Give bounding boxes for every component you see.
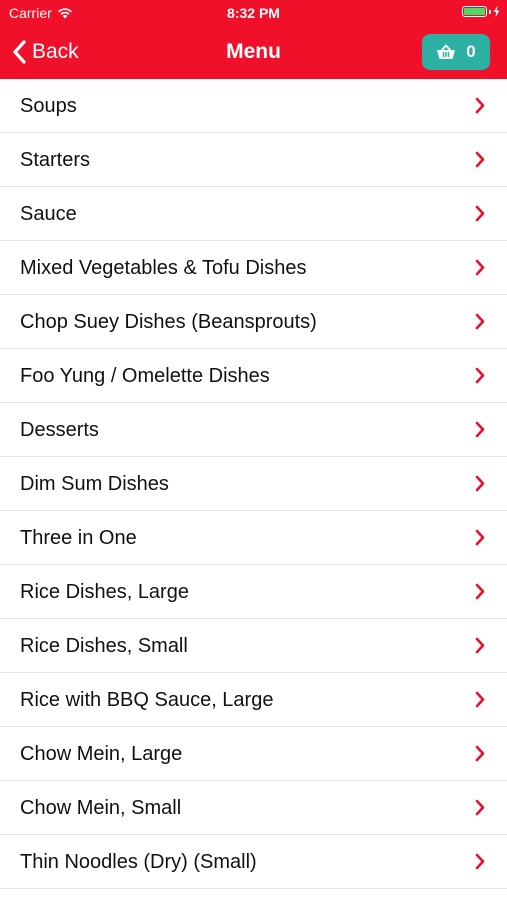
menu-screen: Carrier 8:32 PM Back Menu 0 Soups Starte…	[0, 0, 507, 900]
menu-item-label: Dim Sum Dishes	[20, 473, 169, 495]
menu-item-label: Soups	[20, 95, 77, 117]
menu-item-label: Mixed Vegetables & Tofu Dishes	[20, 257, 307, 279]
battery-indicator	[462, 6, 500, 17]
menu-item-label: Chop Suey Dishes (Beansprouts)	[20, 311, 317, 333]
menu-item-foo-yung[interactable]: Foo Yung / Omelette Dishes	[0, 349, 507, 403]
chevron-right-icon	[475, 475, 485, 492]
basket-count: 0	[466, 42, 476, 61]
menu-item-starters[interactable]: Starters	[0, 133, 507, 187]
chevron-right-icon	[475, 637, 485, 654]
status-bar: Carrier 8:32 PM	[0, 0, 507, 26]
menu-item-desserts[interactable]: Desserts	[0, 403, 507, 457]
menu-item-label: Foo Yung / Omelette Dishes	[20, 365, 270, 387]
menu-item-three-in-one[interactable]: Three in One	[0, 511, 507, 565]
menu-item-mixed-vegetables-tofu[interactable]: Mixed Vegetables & Tofu Dishes	[0, 241, 507, 295]
menu-item-label: Sauce	[20, 203, 77, 225]
battery-icon	[462, 6, 487, 17]
menu-item-label: Thin Noodles (Dry) (Small)	[20, 851, 257, 873]
chevron-right-icon	[475, 529, 485, 546]
menu-item-sauce[interactable]: Sauce	[0, 187, 507, 241]
chevron-right-icon	[475, 151, 485, 168]
menu-item-chow-mein-small[interactable]: Chow Mein, Small	[0, 781, 507, 835]
chevron-right-icon	[475, 421, 485, 438]
chevron-right-icon	[475, 583, 485, 600]
menu-item-thin-noodles-small[interactable]: Thin Noodles (Dry) (Small)	[0, 835, 507, 889]
menu-item-label: Rice Dishes, Large	[20, 581, 189, 603]
header: Carrier 8:32 PM Back Menu 0	[0, 0, 507, 79]
menu-item-label: Chow Mein, Large	[20, 743, 183, 765]
menu-item-rice-bbq-large[interactable]: Rice with BBQ Sauce, Large	[0, 673, 507, 727]
menu-item-dim-sum[interactable]: Dim Sum Dishes	[0, 457, 507, 511]
bolt-icon	[493, 6, 500, 17]
chevron-right-icon	[475, 259, 485, 276]
menu-item-soups[interactable]: Soups	[0, 79, 507, 133]
menu-item-label: Chow Mein, Small	[20, 797, 182, 819]
basket-icon	[437, 44, 456, 59]
menu-item-label: Rice with BBQ Sauce, Large	[20, 689, 274, 711]
battery-tip	[489, 9, 491, 14]
chevron-right-icon	[475, 853, 485, 870]
menu-item-rice-large[interactable]: Rice Dishes, Large	[0, 565, 507, 619]
battery-fill	[464, 8, 485, 15]
menu-item-chow-mein-large[interactable]: Chow Mein, Large	[0, 727, 507, 781]
menu-item-label: Three in One	[20, 527, 137, 549]
menu-item-label: Desserts	[20, 419, 99, 441]
chevron-right-icon	[475, 745, 485, 762]
chevron-right-icon	[475, 205, 485, 222]
chevron-right-icon	[475, 97, 485, 114]
chevron-right-icon	[475, 313, 485, 330]
chevron-right-icon	[475, 367, 485, 384]
menu-category-list: Soups Starters Sauce Mixed Vegetables & …	[0, 79, 507, 889]
navigation-bar: Back Menu 0	[0, 26, 507, 79]
menu-item-label: Rice Dishes, Small	[20, 635, 188, 657]
menu-item-label: Starters	[20, 149, 91, 171]
chevron-right-icon	[475, 799, 485, 816]
menu-item-rice-small[interactable]: Rice Dishes, Small	[0, 619, 507, 673]
chevron-right-icon	[475, 691, 485, 708]
basket-button[interactable]: 0	[422, 34, 490, 70]
menu-item-chop-suey[interactable]: Chop Suey Dishes (Beansprouts)	[0, 295, 507, 349]
clock: 8:32 PM	[227, 5, 280, 21]
